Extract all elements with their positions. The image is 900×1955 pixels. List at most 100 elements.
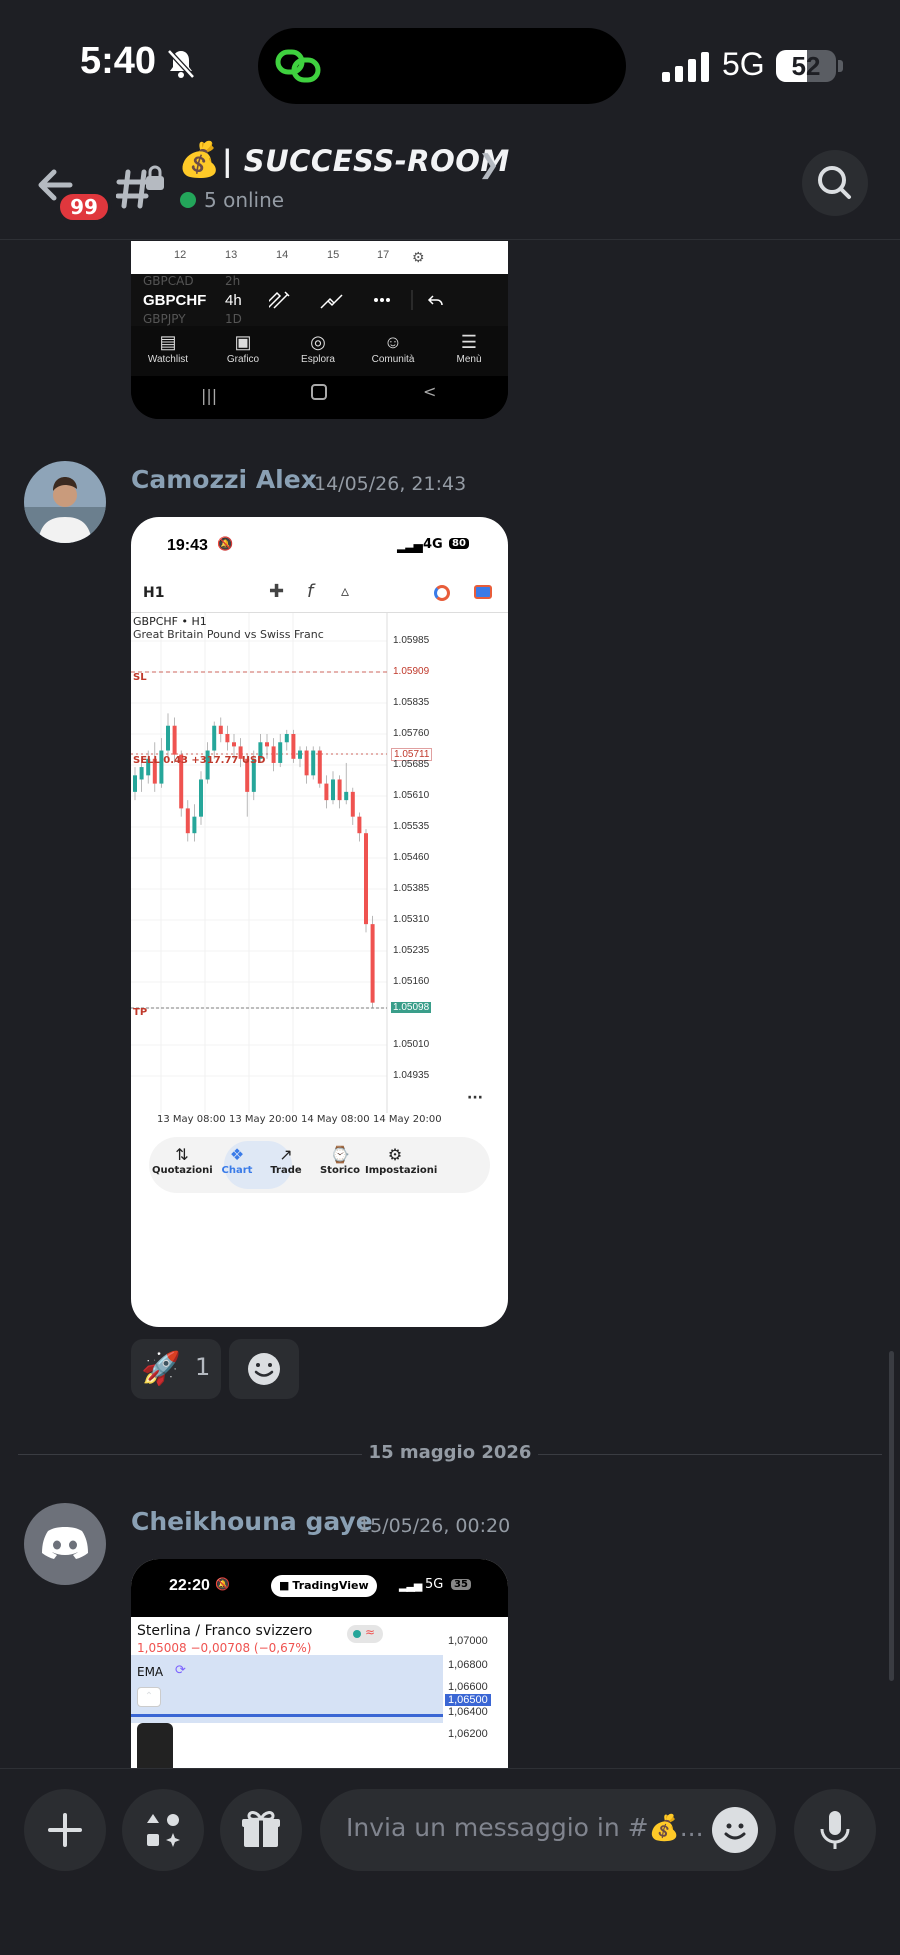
search-button[interactable]	[802, 150, 868, 216]
battery-percent: 52	[791, 51, 821, 81]
price-tick: 1.05235	[393, 945, 430, 956]
candle-body	[271, 746, 276, 763]
axis-tick: 13	[225, 249, 238, 261]
gift-button[interactable]	[220, 1789, 302, 1871]
pair-timeframe: 4h	[225, 292, 242, 309]
theme-icon	[434, 585, 450, 601]
add-reaction-button[interactable]	[229, 1339, 299, 1399]
candle-body	[284, 734, 289, 743]
candle-body	[364, 833, 368, 925]
axis-tick: 12	[174, 249, 187, 261]
tab-storico: ⌚ Storico	[310, 1145, 370, 1176]
candle-body	[304, 750, 309, 776]
price-tick: 1.05460	[393, 852, 430, 863]
candle-body	[317, 750, 322, 784]
pair-prev-tf: 2h	[225, 274, 241, 288]
chevron-right-icon[interactable]: ❯	[478, 150, 500, 180]
trade-icon	[474, 585, 492, 599]
price-tick: 1.04935	[393, 1070, 430, 1081]
signal-icon: ▂▃▅	[397, 539, 423, 553]
message-composer: Invia un messaggio in #💰...	[0, 1768, 900, 1955]
menu-icon: ☰	[460, 332, 478, 352]
bell-muted-icon: 🔕	[215, 1577, 230, 1591]
sell-position-label: SELL 0.43 +317.77 USD	[133, 755, 266, 766]
price-tick: 1.05535	[393, 821, 430, 832]
rocket-icon: 🚀	[141, 1349, 181, 1387]
unread-badge: 99	[56, 190, 112, 224]
avatar[interactable]	[24, 461, 106, 543]
tab-label: Grafico	[226, 354, 260, 365]
price-tick: 1,06200	[448, 1728, 488, 1740]
time-tick: 14 May 20:00	[373, 1114, 442, 1125]
attachment-tabbar: ▤ Watchlist ▣ Grafico ◎ Esplora ☺ Comunità ☰…	[131, 326, 508, 376]
time-tick: 13 May 20:00	[229, 1114, 298, 1125]
candle-body	[344, 791, 349, 801]
channel-name[interactable]: | SUCCESS-ROOM	[222, 144, 510, 178]
candle-body	[291, 734, 296, 759]
add-attachment-button[interactable]	[24, 1789, 106, 1871]
message-input-placeholder: Invia un messaggio in #💰...	[346, 1813, 704, 1842]
crosshair-icon: ✚	[269, 581, 285, 602]
candle-body	[311, 750, 316, 776]
scrollbar[interactable]	[889, 1351, 894, 1681]
message-list[interactable]: 12 13 14 15 17 ⚙ GBPCAD 2h GBPCHF 4h GBP…	[0, 241, 900, 1768]
indicator-label: EMA	[137, 1665, 164, 1679]
shot-timeframe: H1	[143, 585, 165, 601]
price-tick: 1.05098	[391, 1002, 432, 1013]
indicator-refresh-icon: ⟳	[175, 1663, 186, 1678]
emoji-button[interactable]	[712, 1807, 758, 1853]
price-tick: 1.05385	[393, 883, 430, 894]
apps-button[interactable]	[122, 1789, 204, 1871]
message-timestamp: 14/05/26, 21:43	[314, 473, 467, 495]
pair-symbol: GBPCHF	[143, 292, 207, 309]
tab-label: Watchlist	[147, 354, 189, 365]
candle-body	[278, 742, 283, 763]
shot-battery: 80	[449, 538, 469, 549]
candle-body	[139, 767, 144, 780]
tab-label: Impostazioni	[365, 1165, 438, 1176]
message-input[interactable]: Invia un messaggio in #💰...	[320, 1789, 776, 1871]
message-author[interactable]: Cheikhouna gaye	[131, 1507, 373, 1536]
candle-body	[225, 734, 230, 743]
axis-tick: 17	[377, 249, 390, 261]
candle-body	[232, 742, 236, 747]
message-author[interactable]: Camozzi Alex	[131, 465, 317, 494]
image-attachment-2[interactable]: 19:43 🔕 ▂▃▅ 4G 80 H1 ✚ f ▵ GBPCHF • H1 G…	[131, 517, 508, 1327]
locked-channel-icon	[116, 165, 164, 209]
gift-icon	[242, 1811, 280, 1847]
status-time: 5:40	[80, 40, 157, 82]
price-tick: 1.05760	[393, 728, 430, 739]
price-tick: 1,06800	[448, 1659, 488, 1671]
recents-icon: |||	[201, 386, 218, 405]
time-tick: 13 May 08:00	[157, 1114, 226, 1125]
message-timestamp: 15/05/26, 00:20	[358, 1515, 511, 1537]
online-count: 5 online	[204, 188, 285, 212]
online-dot-icon	[180, 192, 196, 208]
tab-menu: ☰ Menù	[437, 330, 501, 365]
app-name: TradingView	[292, 1579, 369, 1592]
candle-body	[370, 924, 375, 1003]
price-tick: 1.05310	[393, 914, 430, 925]
image-attachment-1[interactable]: 12 13 14 15 17 ⚙ GBPCAD 2h GBPCHF 4h GBP…	[131, 241, 508, 419]
candle-body	[298, 750, 302, 759]
price-axis: 1.05985 1.05909 1.05835 1.05760 1.05711 1.056…	[387, 613, 508, 1113]
candle-body	[185, 808, 190, 834]
tab-label: Storico	[319, 1165, 360, 1176]
price-tick: 1,07000	[448, 1635, 488, 1647]
avatar[interactable]	[24, 1503, 106, 1585]
shot-network: 4G	[423, 537, 443, 552]
time-tick: 14 May 08:00	[301, 1114, 370, 1125]
voice-message-button[interactable]	[794, 1789, 876, 1871]
date-divider: 15 maggio 2026	[368, 1442, 532, 1463]
image-attachment-3[interactable]: 22:20 🔕 ■ TradingView ▂▃▅ 5G 35 Sterlina …	[131, 1559, 508, 1768]
chart-symbol: Sterlina / Franco svizzero	[137, 1623, 313, 1639]
avatar-photo	[24, 461, 106, 543]
reaction-rocket[interactable]: 🚀 1	[131, 1339, 221, 1399]
home-icon	[311, 384, 327, 400]
tab-trade: ↗ Trade	[256, 1145, 316, 1176]
drawing-tools-icons	[269, 290, 443, 310]
pair-next: GBPJPY	[143, 312, 186, 326]
price-tick: 1.05610	[393, 790, 430, 801]
candle-body	[350, 791, 355, 817]
tab-label: Comunità	[371, 354, 415, 365]
